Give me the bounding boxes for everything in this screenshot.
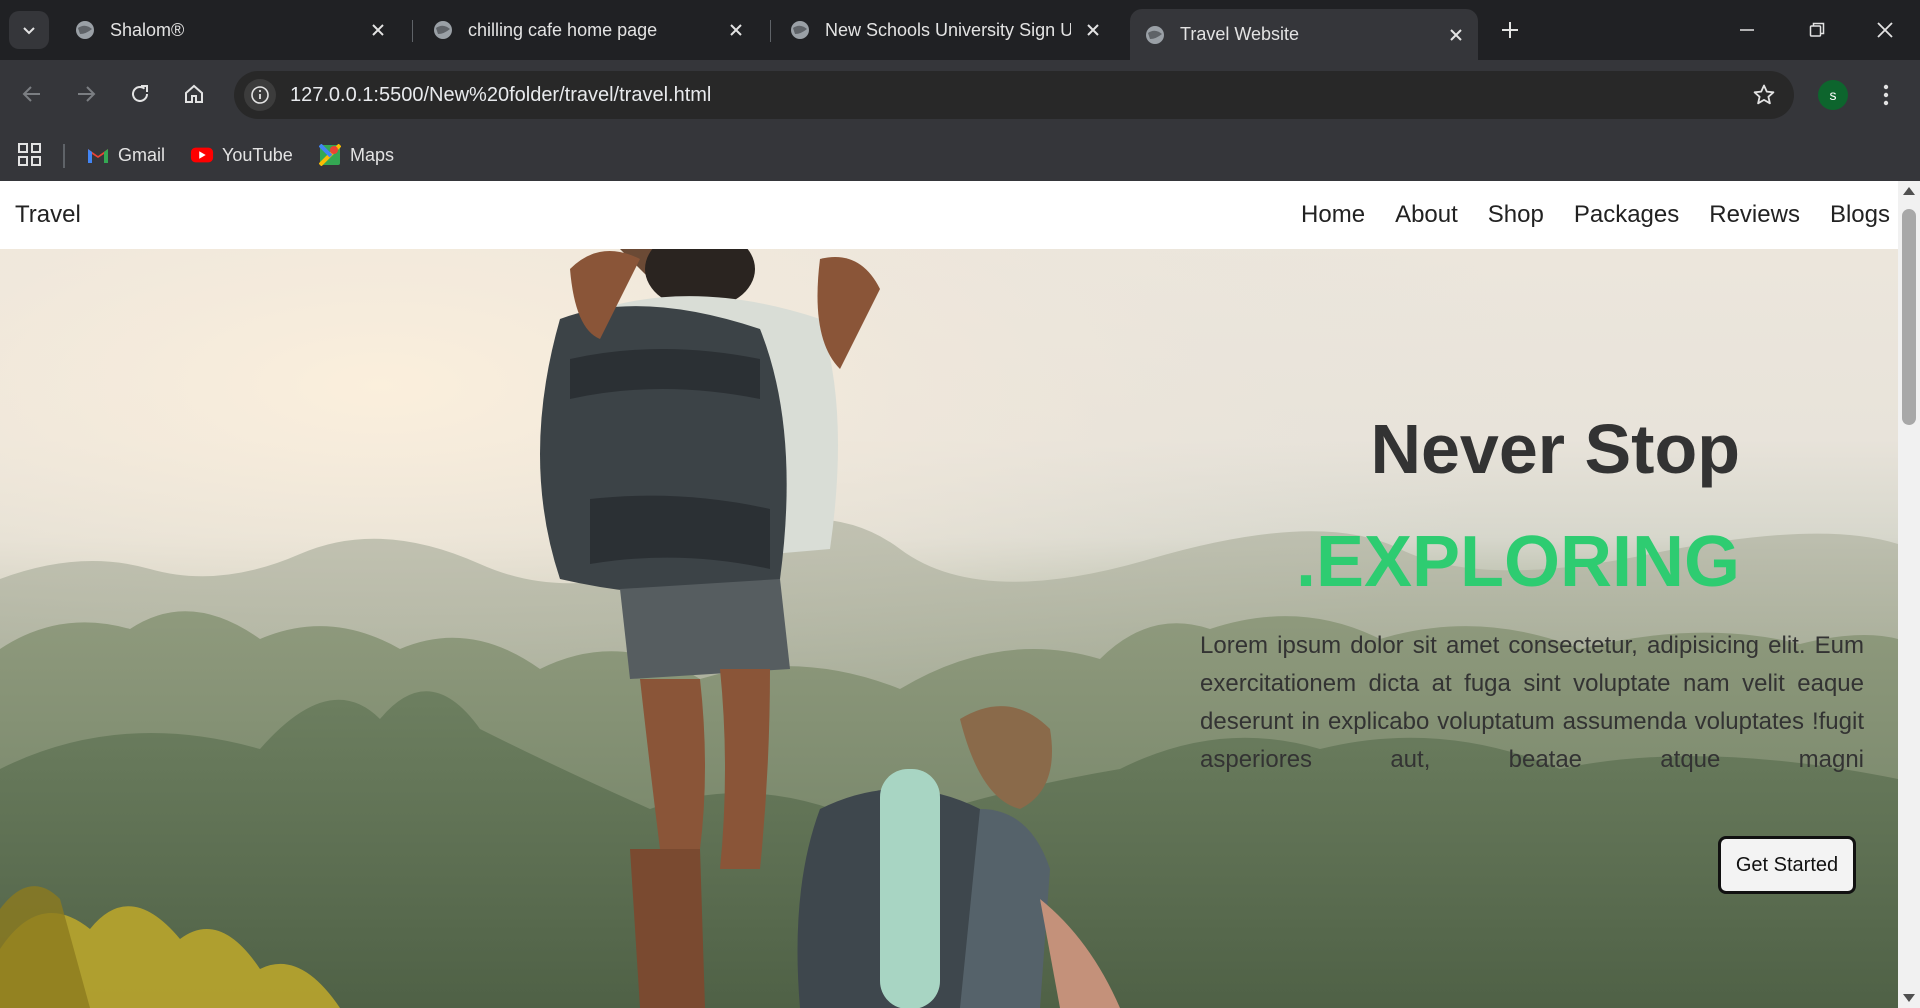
globe-icon [76, 21, 94, 39]
tab-title: Travel Website [1180, 24, 1300, 44]
arrow-right-icon [78, 86, 96, 102]
url-text[interactable]: 127.0.0.1:5500/New%20folder/travel/trave… [290, 84, 711, 107]
new-tab-button[interactable] [1492, 12, 1528, 48]
browser-tab[interactable]: chilling cafe home page [418, 10, 758, 50]
bookmark-youtube[interactable]: YouTube [190, 141, 293, 169]
bookmark-label: Maps [350, 144, 395, 165]
site-header: Travel Home About Shop Packages Reviews … [0, 181, 1898, 249]
chevron-down-icon [23, 27, 35, 35]
plus-icon [1502, 22, 1518, 38]
close-icon[interactable] [1081, 18, 1105, 42]
nav-shop[interactable]: Shop [1488, 201, 1544, 229]
bookmark-label: Gmail [118, 144, 166, 165]
browser-toolbar: 127.0.0.1:5500/New%20folder/travel/trave… [0, 60, 1920, 129]
browser-tab[interactable]: Shalom® [60, 10, 400, 50]
nav-home[interactable]: Home [1301, 201, 1365, 229]
apps-grid-icon[interactable] [16, 141, 44, 169]
hero-section: Never Stop .EXPLORING Lorem ipsum dolor … [0, 249, 1898, 1008]
youtube-icon [190, 143, 214, 167]
bookmarks-separator [63, 144, 65, 168]
url-path: :5500/New%20folder/travel/travel.html [373, 84, 712, 106]
browser-tab[interactable]: New Schools University Sign Up [775, 10, 1115, 50]
close-icon[interactable] [366, 18, 390, 42]
address-bar[interactable]: 127.0.0.1:5500/New%20folder/travel/trave… [234, 71, 1794, 119]
tab-separator [412, 20, 413, 42]
home-button[interactable] [176, 76, 212, 112]
profile-avatar[interactable]: s [1818, 80, 1848, 110]
window-close-button[interactable] [1862, 8, 1908, 52]
get-started-button[interactable]: Get Started [1718, 836, 1856, 894]
site-info-icon[interactable] [244, 79, 276, 111]
arrow-left-icon [22, 86, 40, 102]
tab-title: chilling cafe home page [468, 19, 658, 40]
tab-strip: Shalom® chilling cafe home page New Scho… [0, 0, 1920, 60]
page-scrollbar[interactable] [1898, 181, 1920, 1008]
site-nav: Home About Shop Packages Reviews Blogs [1301, 201, 1890, 229]
home-icon [185, 84, 203, 103]
reload-button[interactable] [122, 76, 158, 112]
bookmark-star-icon[interactable] [1750, 81, 1778, 109]
browser-tab-active[interactable]: Travel Website [1130, 9, 1478, 60]
scroll-up-arrow-icon[interactable] [1903, 187, 1915, 195]
nav-blogs[interactable]: Blogs [1830, 201, 1890, 229]
gmail-icon [86, 143, 110, 167]
hero-title: Never Stop [1370, 410, 1740, 488]
url-host: 127.0.0.1 [290, 84, 374, 106]
scroll-down-arrow-icon[interactable] [1903, 994, 1915, 1002]
close-icon[interactable] [1444, 23, 1468, 47]
bookmark-gmail[interactable]: Gmail [86, 141, 165, 169]
tab-title: New Schools University Sign Up [825, 19, 1071, 40]
forward-button[interactable] [68, 76, 104, 112]
tab-separator [770, 20, 771, 42]
nav-packages[interactable]: Packages [1574, 201, 1679, 229]
globe-icon [434, 21, 452, 39]
hero-subtitle: .EXPLORING [1295, 522, 1740, 602]
nav-reviews[interactable]: Reviews [1709, 201, 1800, 229]
tab-search-button[interactable] [9, 11, 49, 49]
reload-icon [132, 85, 148, 102]
page-viewport: Travel Home About Shop Packages Reviews … [0, 181, 1898, 1008]
back-button[interactable] [14, 76, 50, 112]
nav-about[interactable]: About [1395, 201, 1458, 229]
maps-icon [318, 143, 342, 167]
bookmark-label: YouTube [222, 144, 293, 165]
close-icon [1877, 22, 1893, 38]
more-menu-icon[interactable] [1870, 77, 1902, 113]
bookmarks-bar: Gmail YouTube Maps [0, 129, 1920, 181]
globe-icon [791, 21, 809, 39]
globe-icon [1146, 25, 1164, 44]
scroll-thumb[interactable] [1902, 209, 1916, 425]
minimize-button[interactable] [1724, 8, 1770, 52]
restore-button[interactable] [1794, 8, 1840, 52]
minimize-icon [1740, 29, 1754, 31]
restore-icon [1809, 22, 1825, 37]
site-logo[interactable]: Travel [15, 201, 81, 229]
close-icon[interactable] [724, 18, 748, 42]
hero-content: Never Stop .EXPLORING Lorem ipsum dolor … [1190, 249, 1870, 1008]
bookmark-maps[interactable]: Maps [318, 141, 394, 169]
tab-title: Shalom® [110, 19, 185, 40]
hero-paragraph: Lorem ipsum dolor sit amet consectetur, … [1200, 632, 1864, 773]
